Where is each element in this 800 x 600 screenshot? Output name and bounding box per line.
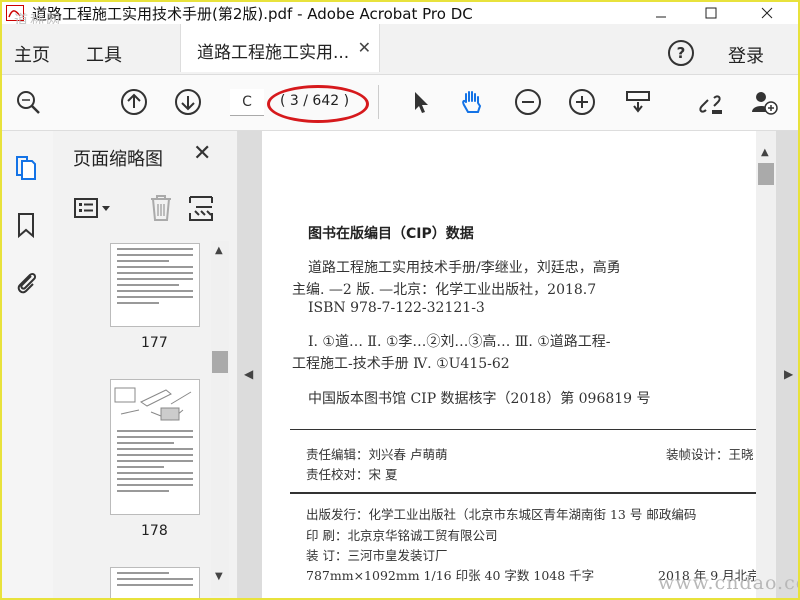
- panel-scroll-thumb[interactable]: [212, 351, 228, 373]
- doc-line: 装帧设计：王晓: [666, 447, 754, 462]
- menu-tools[interactable]: 工具: [86, 41, 122, 67]
- scroll-down-icon[interactable]: ▼: [215, 571, 223, 582]
- scroll-up-icon[interactable]: ▲: [761, 147, 769, 158]
- cip-heading: 图书在版编目（CIP）数据: [308, 226, 474, 242]
- doc-line: 主编. —2 版. —北京：化学工业出版社，2018.7: [292, 282, 597, 298]
- thumbnails-panel: 页面缩略图 ✕ 177 178 ▲ ▼: [53, 131, 238, 598]
- login-button[interactable]: 登录: [728, 42, 764, 68]
- page-thumbnails-icon[interactable]: [13, 153, 39, 181]
- zoom-out-icon[interactable]: [514, 88, 542, 116]
- share-link-icon[interactable]: [696, 88, 724, 116]
- window-title: 道路工程施工实用技术手册(第2版).pdf - Adobe Acrobat Pr…: [32, 5, 473, 23]
- doc-line: ISBN 978-7-122-32121-3: [308, 300, 485, 316]
- document-scroll-thumb[interactable]: [758, 163, 774, 185]
- tab-close-icon[interactable]: ✕: [358, 38, 371, 57]
- delete-page-icon[interactable]: [147, 193, 175, 223]
- divider-line: [290, 492, 760, 494]
- tab-document-label: 道路工程施工实用...: [197, 43, 350, 63]
- scroll-up-icon[interactable]: ▲: [215, 245, 223, 256]
- collapse-right-icon[interactable]: ▶: [784, 367, 793, 381]
- minimize-button[interactable]: [638, 2, 684, 24]
- app-window: 道路工程施工实用技术手册(第2版).pdf - Adobe Acrobat Pr…: [0, 0, 800, 600]
- close-icon: [761, 7, 773, 19]
- doc-line: 印 刷：北京京华铭诚工贸有限公司: [306, 528, 498, 543]
- select-cursor-icon[interactable]: [406, 88, 434, 116]
- add-user-icon[interactable]: [750, 88, 778, 116]
- title-bar: 道路工程施工实用技术手册(第2版).pdf - Adobe Acrobat Pr…: [2, 2, 798, 29]
- page-thumbnail-179[interactable]: [110, 567, 200, 598]
- thumbnail-page-number: 177: [141, 335, 168, 351]
- page-thumbnail-178[interactable]: [110, 379, 200, 515]
- zoom-search-icon[interactable]: [14, 88, 42, 116]
- minimize-icon: [656, 16, 666, 18]
- tab-document[interactable]: 道路工程施工实用... ✕: [180, 24, 380, 72]
- help-button[interactable]: ?: [668, 40, 694, 66]
- left-rail: [2, 131, 54, 598]
- page-number-input[interactable]: C: [230, 89, 264, 116]
- maximize-button[interactable]: [688, 2, 734, 24]
- doc-line: 787mm×1092mm 1/16 印张 40 字数 1048 千字: [306, 568, 595, 583]
- thumbnail-figure: [114, 387, 192, 421]
- divider-line: [290, 429, 760, 430]
- doc-line: 中国版本图书馆 CIP 数据核字（2018）第 096819 号: [308, 391, 651, 407]
- document-scrollbar[interactable]: ▲: [756, 131, 776, 598]
- panel-title: 页面缩略图: [73, 149, 163, 170]
- doc-line: 道路工程施工实用技术手册/李继业，刘廷忠，高勇: [308, 260, 621, 276]
- zoom-in-icon[interactable]: [568, 88, 596, 116]
- thumbnail-options-icon[interactable]: [73, 195, 113, 223]
- next-page-icon[interactable]: [174, 88, 202, 116]
- menu-home[interactable]: 主页: [14, 41, 50, 67]
- document-area: ◀ 图书在版编目（CIP）数据 道路工程施工实用技术手册/李继业，刘廷忠，高勇 …: [238, 131, 798, 598]
- doc-line: 责任校对：宋 夏: [306, 467, 398, 482]
- doc-line: 装 订：三河市皇发装订厂: [306, 548, 448, 563]
- toolbar-divider: [378, 85, 379, 119]
- thumbnail-page-number: 178: [141, 523, 168, 539]
- doc-line: 责任编辑：刘兴春 卢萌萌: [306, 447, 448, 462]
- doc-line: Ⅰ. ①道… Ⅱ. ①李…②刘…③高… Ⅲ. ①道路工程-: [308, 334, 611, 350]
- page-thumbnail-177[interactable]: [110, 243, 200, 327]
- extract-pages-icon[interactable]: [187, 193, 215, 223]
- doc-line: 工程施工-技术手册 Ⅳ. ①U415-62: [292, 356, 510, 372]
- pdf-page: 图书在版编目（CIP）数据 道路工程施工实用技术手册/李继业，刘廷忠，高勇 主编…: [262, 131, 760, 598]
- close-window-button[interactable]: [744, 2, 790, 24]
- collapse-left-icon[interactable]: ◀: [244, 367, 253, 381]
- doc-line: 出版发行：化学工业出版社（北京市东城区青年湖南街 13 号 邮政编码: [306, 507, 697, 522]
- red-highlight-ellipse: [267, 85, 369, 123]
- hand-tool-icon[interactable]: [458, 88, 486, 116]
- panel-close-icon[interactable]: ✕: [193, 141, 211, 166]
- bookmark-icon[interactable]: [13, 211, 39, 239]
- watermark-bottom: www.cndao.com: [658, 572, 798, 594]
- page-display-icon[interactable]: [624, 88, 652, 116]
- toolbar: C ( 3 / 642 ): [2, 75, 798, 131]
- panel-scrollbar[interactable]: ▲ ▼: [211, 241, 229, 596]
- maximize-icon: [705, 7, 717, 19]
- attachment-icon[interactable]: [13, 267, 39, 295]
- previous-page-icon[interactable]: [120, 88, 148, 116]
